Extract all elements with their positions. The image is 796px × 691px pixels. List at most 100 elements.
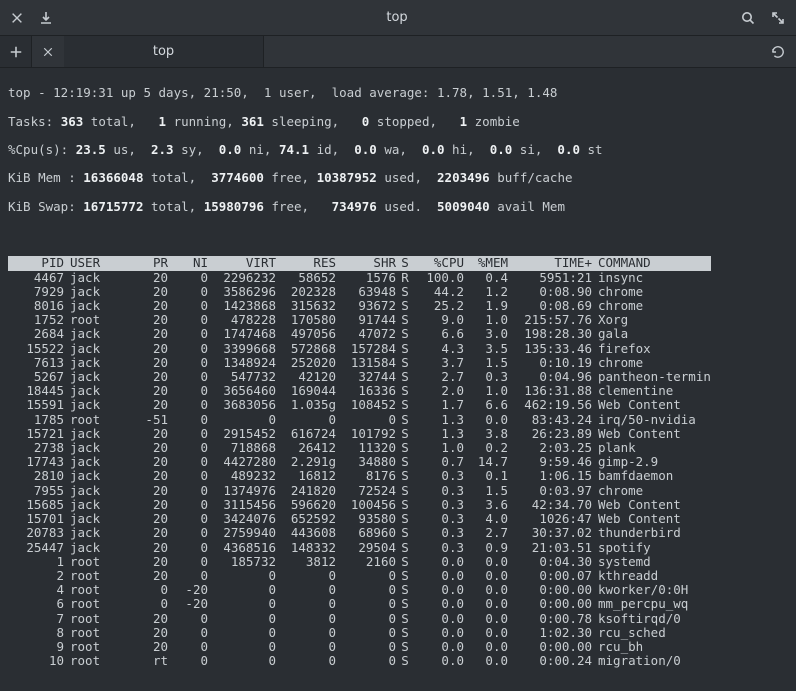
cell-pid: 7929	[8, 285, 64, 299]
cell-pr: 20	[128, 455, 168, 469]
cell-mem: 1.5	[464, 484, 508, 498]
cell-res: 652592	[276, 512, 336, 526]
cell-user: jack	[64, 370, 128, 384]
cell-s: S	[396, 427, 414, 441]
col-time: TIME+	[508, 256, 592, 270]
cell-ni: -20	[168, 583, 208, 597]
cell-time: 30:37.02	[508, 526, 592, 540]
cell-pid: 15701	[8, 512, 64, 526]
cell-res: 1.035g	[276, 398, 336, 412]
cell-s: S	[396, 597, 414, 611]
cell-user: root	[64, 654, 128, 668]
cell-cpu: 0.0	[414, 654, 464, 668]
col-pid: PID	[8, 256, 64, 270]
cell-ni: 0	[168, 469, 208, 483]
cell-time: 21:03.51	[508, 541, 592, 555]
cell-virt: 185732	[208, 555, 276, 569]
cell-cmd: clementine	[592, 384, 711, 398]
cell-s: S	[396, 541, 414, 555]
cell-s: S	[396, 555, 414, 569]
cell-time: 0:03.97	[508, 484, 592, 498]
cell-user: jack	[64, 484, 128, 498]
cell-virt: 2915452	[208, 427, 276, 441]
cell-pid: 20783	[8, 526, 64, 540]
cell-res: 616724	[276, 427, 336, 441]
maximize-icon[interactable]	[770, 10, 786, 26]
cell-pr: 20	[128, 398, 168, 412]
cell-s: S	[396, 413, 414, 427]
close-tab-button[interactable]	[32, 36, 64, 67]
cell-time: 0:10.19	[508, 356, 592, 370]
cell-mem: 0.0	[464, 583, 508, 597]
cell-user: jack	[64, 469, 128, 483]
cell-time: 0:00.00	[508, 640, 592, 654]
cell-mem: 1.9	[464, 299, 508, 313]
cell-mem: 0.9	[464, 541, 508, 555]
cell-virt: 1747468	[208, 327, 276, 341]
search-icon[interactable]	[740, 10, 756, 26]
cell-pr: -51	[128, 413, 168, 427]
cell-user: jack	[64, 271, 128, 285]
cell-s: S	[396, 640, 414, 654]
col-ni: NI	[168, 256, 208, 270]
cell-ni: 0	[168, 327, 208, 341]
cell-cmd: gimp-2.9	[592, 455, 711, 469]
cell-virt: 0	[208, 569, 276, 583]
cell-time: 0:00.00	[508, 583, 592, 597]
terminal-output[interactable]: top - 12:19:31 up 5 days, 21:50, 1 user,…	[0, 68, 796, 691]
cell-pid: 15721	[8, 427, 64, 441]
cell-cmd: chrome	[592, 285, 711, 299]
cell-shr: 8176	[336, 469, 396, 483]
cell-time: 1026:47	[508, 512, 592, 526]
process-row: 4root0-20000S0.00.00:00.00kworker/0:0H	[8, 583, 711, 597]
cell-s: S	[396, 626, 414, 640]
cell-shr: 131584	[336, 356, 396, 370]
window-titlebar: top	[0, 0, 796, 36]
cell-pid: 2	[8, 569, 64, 583]
cell-mem: 3.0	[464, 327, 508, 341]
cell-cmd: Web Content	[592, 512, 711, 526]
cell-mem: 0.4	[464, 271, 508, 285]
new-tab-button[interactable]	[0, 36, 32, 67]
cell-pr: 20	[128, 370, 168, 384]
history-icon[interactable]	[770, 44, 786, 60]
cell-time: 1:02.30	[508, 626, 592, 640]
cell-res: 58652	[276, 271, 336, 285]
cell-virt: 0	[208, 626, 276, 640]
col-virt: VIRT	[208, 256, 276, 270]
download-icon[interactable]	[38, 10, 54, 26]
cell-shr: 0	[336, 626, 396, 640]
cell-pid: 2810	[8, 469, 64, 483]
cell-pr: 20	[128, 327, 168, 341]
cell-virt: 2759940	[208, 526, 276, 540]
cell-res: 0	[276, 583, 336, 597]
tab-bar: top	[0, 36, 796, 68]
col-user: USER	[64, 256, 128, 270]
process-row: 5267jack2005477324212032744S2.70.30:04.9…	[8, 370, 711, 384]
cell-s: S	[396, 569, 414, 583]
col-res: RES	[276, 256, 336, 270]
cell-mem: 0.0	[464, 555, 508, 569]
cell-ni: 0	[168, 299, 208, 313]
tab-top[interactable]: top	[64, 36, 264, 67]
cell-virt: 489232	[208, 469, 276, 483]
cell-cmd: kworker/0:0H	[592, 583, 711, 597]
cell-cpu: 25.2	[414, 299, 464, 313]
cell-time: 198:28.30	[508, 327, 592, 341]
cell-cmd: Web Content	[592, 498, 711, 512]
cell-ni: 0	[168, 441, 208, 455]
cell-virt: 3656460	[208, 384, 276, 398]
cell-cmd: ksoftirqd/0	[592, 612, 711, 626]
cell-s: S	[396, 512, 414, 526]
cell-res: 315632	[276, 299, 336, 313]
window-close-icon[interactable]	[10, 11, 24, 25]
cell-mem: 1.2	[464, 285, 508, 299]
cell-virt: 3586296	[208, 285, 276, 299]
cell-user: jack	[64, 398, 128, 412]
cell-cmd: Xorg	[592, 313, 711, 327]
cell-pr: 20	[128, 313, 168, 327]
cell-virt: 2296232	[208, 271, 276, 285]
cell-shr: 0	[336, 654, 396, 668]
cell-ni: -20	[168, 597, 208, 611]
cell-user: jack	[64, 427, 128, 441]
